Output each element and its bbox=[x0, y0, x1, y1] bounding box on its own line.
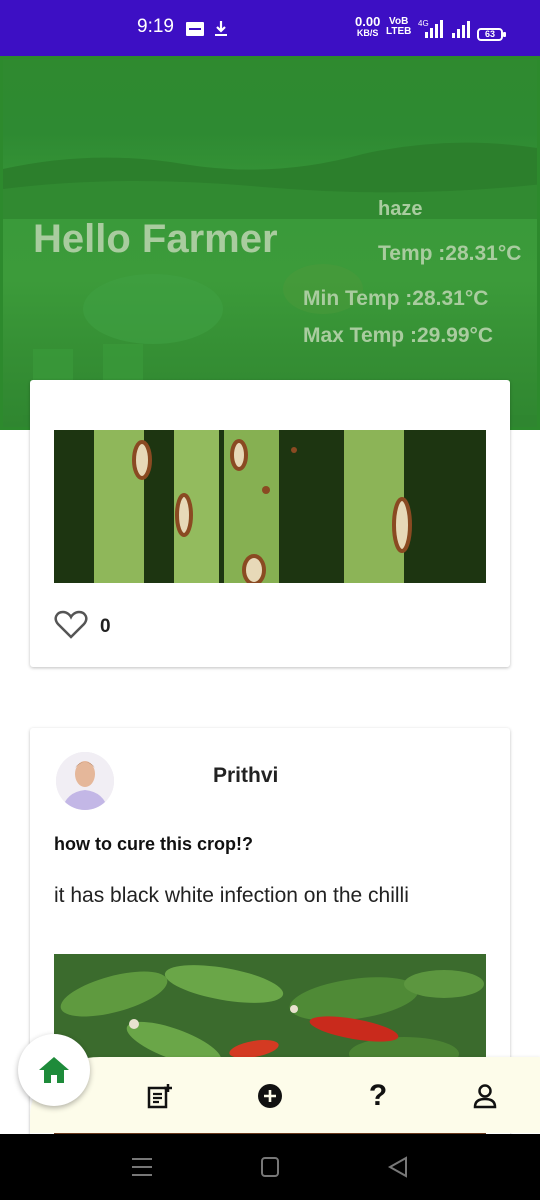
status-bar: 9:19 0.00 KB/S VoB LTEB 4G 63 bbox=[0, 0, 540, 56]
menu-lines-icon bbox=[132, 1158, 152, 1176]
avatar-photo bbox=[56, 752, 114, 810]
signal-icon bbox=[450, 17, 474, 41]
nav-home-button[interactable] bbox=[18, 1034, 90, 1106]
square-icon bbox=[261, 1157, 279, 1177]
nav-add[interactable] bbox=[253, 1079, 287, 1113]
new-post-icon bbox=[147, 1084, 172, 1109]
weather-header: Hello Farmer haze Temp :28.31°C Min Temp… bbox=[0, 56, 540, 430]
post-card[interactable]: 0 bbox=[30, 380, 510, 667]
author-avatar[interactable] bbox=[56, 752, 114, 810]
nav-profile[interactable] bbox=[468, 1079, 502, 1113]
min-temp: Min Temp :28.31°C bbox=[303, 287, 489, 310]
post-image[interactable] bbox=[54, 430, 486, 583]
heart-icon bbox=[54, 610, 88, 639]
farm-background-illustration bbox=[3, 142, 537, 219]
network-speed-unit: KB/S bbox=[356, 28, 379, 38]
greeting-title: Hello Farmer bbox=[33, 217, 278, 261]
notification-app-icon bbox=[186, 22, 204, 36]
nav-new-post[interactable] bbox=[143, 1079, 177, 1113]
network-speed: 0.00 KB/S bbox=[355, 14, 381, 38]
volte-bottom: LTEB bbox=[386, 26, 412, 37]
signal-4g-icon: 4G bbox=[416, 17, 448, 41]
battery-icon: 63 bbox=[477, 28, 506, 41]
post-title: how to cure this crop!? bbox=[54, 834, 254, 854]
network-speed-value: 0.00 bbox=[355, 14, 381, 29]
leaf-blight-photo bbox=[54, 430, 486, 583]
profile-icon bbox=[473, 1084, 497, 1109]
like-count: 0 bbox=[100, 616, 111, 637]
status-time: 9:19 bbox=[137, 16, 174, 37]
back-system-button[interactable] bbox=[386, 1156, 410, 1178]
nav-help[interactable]: ? bbox=[361, 1079, 395, 1113]
recent-apps-button[interactable] bbox=[130, 1156, 154, 1178]
download-icon bbox=[214, 20, 228, 40]
help-icon: ? bbox=[368, 1079, 388, 1112]
weather-description: haze bbox=[378, 198, 423, 220]
max-temp: Max Temp :29.99°C bbox=[303, 324, 494, 347]
add-circle-icon bbox=[258, 1084, 282, 1108]
author-name[interactable]: Prithvi bbox=[213, 764, 278, 788]
post-body: it has black white infection on the chil… bbox=[54, 884, 409, 907]
like-button[interactable] bbox=[54, 610, 88, 640]
network-type: 4G bbox=[418, 19, 429, 28]
current-temp: Temp :28.31°C bbox=[378, 242, 522, 265]
home-icon bbox=[39, 1057, 69, 1083]
bottom-navigation: ? bbox=[30, 1057, 540, 1133]
volte-indicator: VoB LTEB bbox=[386, 17, 411, 37]
system-navigation-bar bbox=[0, 1134, 540, 1200]
back-triangle-icon bbox=[387, 1156, 407, 1178]
home-system-button[interactable] bbox=[258, 1156, 282, 1178]
